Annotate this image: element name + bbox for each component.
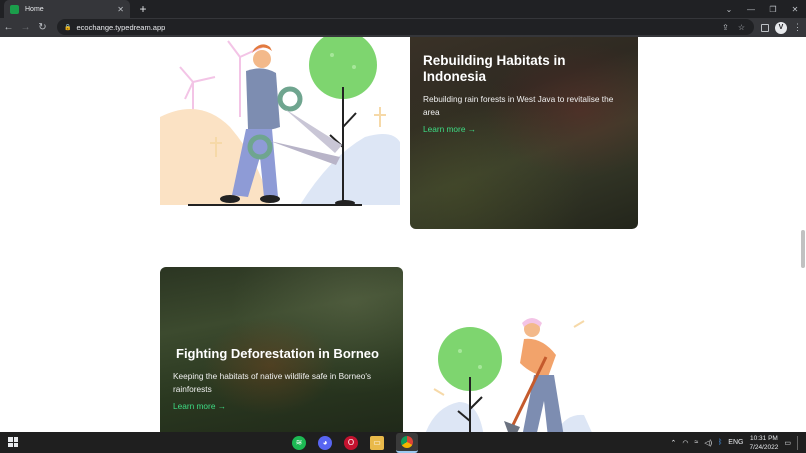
learn-more-link[interactable]: Learn more → bbox=[423, 124, 476, 134]
deforestation-card-borneo[interactable]: Fighting Deforestation in Borneo Keeping… bbox=[160, 267, 403, 432]
forward-arrow-icon[interactable]: → bbox=[17, 22, 34, 33]
notification-icon[interactable]: ▭ bbox=[784, 439, 791, 447]
bluetooth-icon[interactable]: ᛒ bbox=[718, 439, 722, 446]
system-tray: ⌃ ◠ ≈ ◁) ᛒ ENG 10:31 PM 7/24/2022 ▭ bbox=[671, 432, 798, 453]
show-desktop-button[interactable] bbox=[797, 435, 798, 450]
window-controls: ⌄ — ❐ ✕ bbox=[718, 0, 806, 18]
clock[interactable]: 10:31 PM 7/24/2022 bbox=[749, 434, 778, 452]
close-window-icon[interactable]: ✕ bbox=[784, 5, 806, 14]
back-arrow-icon[interactable]: ← bbox=[0, 22, 17, 33]
spotify-icon[interactable]: ≋ bbox=[292, 435, 306, 450]
card-title: Fighting Deforestation in Borneo bbox=[176, 346, 379, 361]
windows-taskbar: ≋ ◕ O ▭ ⌃ ◠ ≈ ◁) ᛒ ENG 10:31 PM 7/24/202… bbox=[0, 432, 806, 453]
person-with-shovel-illustration bbox=[425, 318, 592, 432]
site-favicon-icon bbox=[10, 4, 19, 14]
close-tab-icon[interactable]: ✕ bbox=[117, 5, 124, 14]
tab-search-icon[interactable]: ⌄ bbox=[718, 5, 740, 14]
new-tab-button[interactable]: + bbox=[136, 2, 150, 16]
person-with-shears-illustration bbox=[160, 37, 400, 206]
tab-home[interactable]: Home ✕ bbox=[4, 0, 130, 18]
address-bar[interactable]: 🔒 ecochange.typedream.app ⇪ ☆ bbox=[57, 19, 754, 35]
taskbar-apps: ≋ ◕ O ▭ bbox=[292, 432, 418, 453]
file-explorer-icon[interactable]: ▭ bbox=[370, 435, 384, 450]
clock-date: 7/24/2022 bbox=[749, 443, 779, 451]
chevron-up-icon[interactable]: ⌃ bbox=[671, 439, 677, 447]
url-text[interactable]: ecochange.typedream.app bbox=[76, 23, 722, 32]
reload-icon[interactable]: ↻ bbox=[34, 22, 51, 33]
chrome-icon[interactable] bbox=[396, 432, 418, 453]
toolbar-actions: V ⋮ bbox=[761, 18, 802, 37]
wifi-icon[interactable]: ≈ bbox=[695, 439, 699, 446]
kebab-menu-icon[interactable]: ⋮ bbox=[793, 22, 802, 33]
restore-icon[interactable]: ❐ bbox=[762, 5, 784, 14]
sidebar-icon[interactable] bbox=[761, 23, 769, 32]
clock-time: 10:31 PM bbox=[750, 434, 778, 442]
discord-icon[interactable]: ◕ bbox=[318, 435, 332, 450]
share-icon[interactable]: ⇪ bbox=[722, 23, 729, 32]
opera-icon[interactable]: O bbox=[344, 435, 358, 450]
learn-more-link[interactable]: Learn more → bbox=[173, 401, 226, 411]
lock-icon[interactable]: 🔒 bbox=[64, 24, 71, 31]
browser-tabbar: Home ✕ + ⌄ — ❐ ✕ bbox=[0, 0, 806, 18]
windows-start-icon[interactable] bbox=[8, 437, 18, 447]
profile-avatar[interactable]: V bbox=[775, 21, 787, 34]
page-scrollbar[interactable] bbox=[801, 230, 805, 268]
web-page: Rebuilding Habitats in Indonesia Rebuild… bbox=[0, 37, 806, 432]
network-icon[interactable]: ◠ bbox=[682, 439, 688, 447]
volume-icon[interactable]: ◁) bbox=[704, 439, 712, 447]
minimize-icon[interactable]: — bbox=[740, 5, 762, 14]
habitat-card-indonesia[interactable]: Rebuilding Habitats in Indonesia Rebuild… bbox=[410, 37, 638, 229]
card-description: Rebuilding rain forests in West Java to … bbox=[423, 94, 614, 117]
tab-title: Home bbox=[25, 5, 44, 13]
card-description: Keeping the habitats of native wildlife … bbox=[173, 371, 372, 394]
card-title: Rebuilding Habitats in Indonesia bbox=[423, 53, 566, 84]
star-icon[interactable]: ☆ bbox=[738, 23, 745, 32]
language-indicator[interactable]: ENG bbox=[728, 439, 743, 446]
browser-toolbar: ← → ↻ 🔒 ecochange.typedream.app ⇪ ☆ V ⋮ bbox=[0, 18, 806, 37]
